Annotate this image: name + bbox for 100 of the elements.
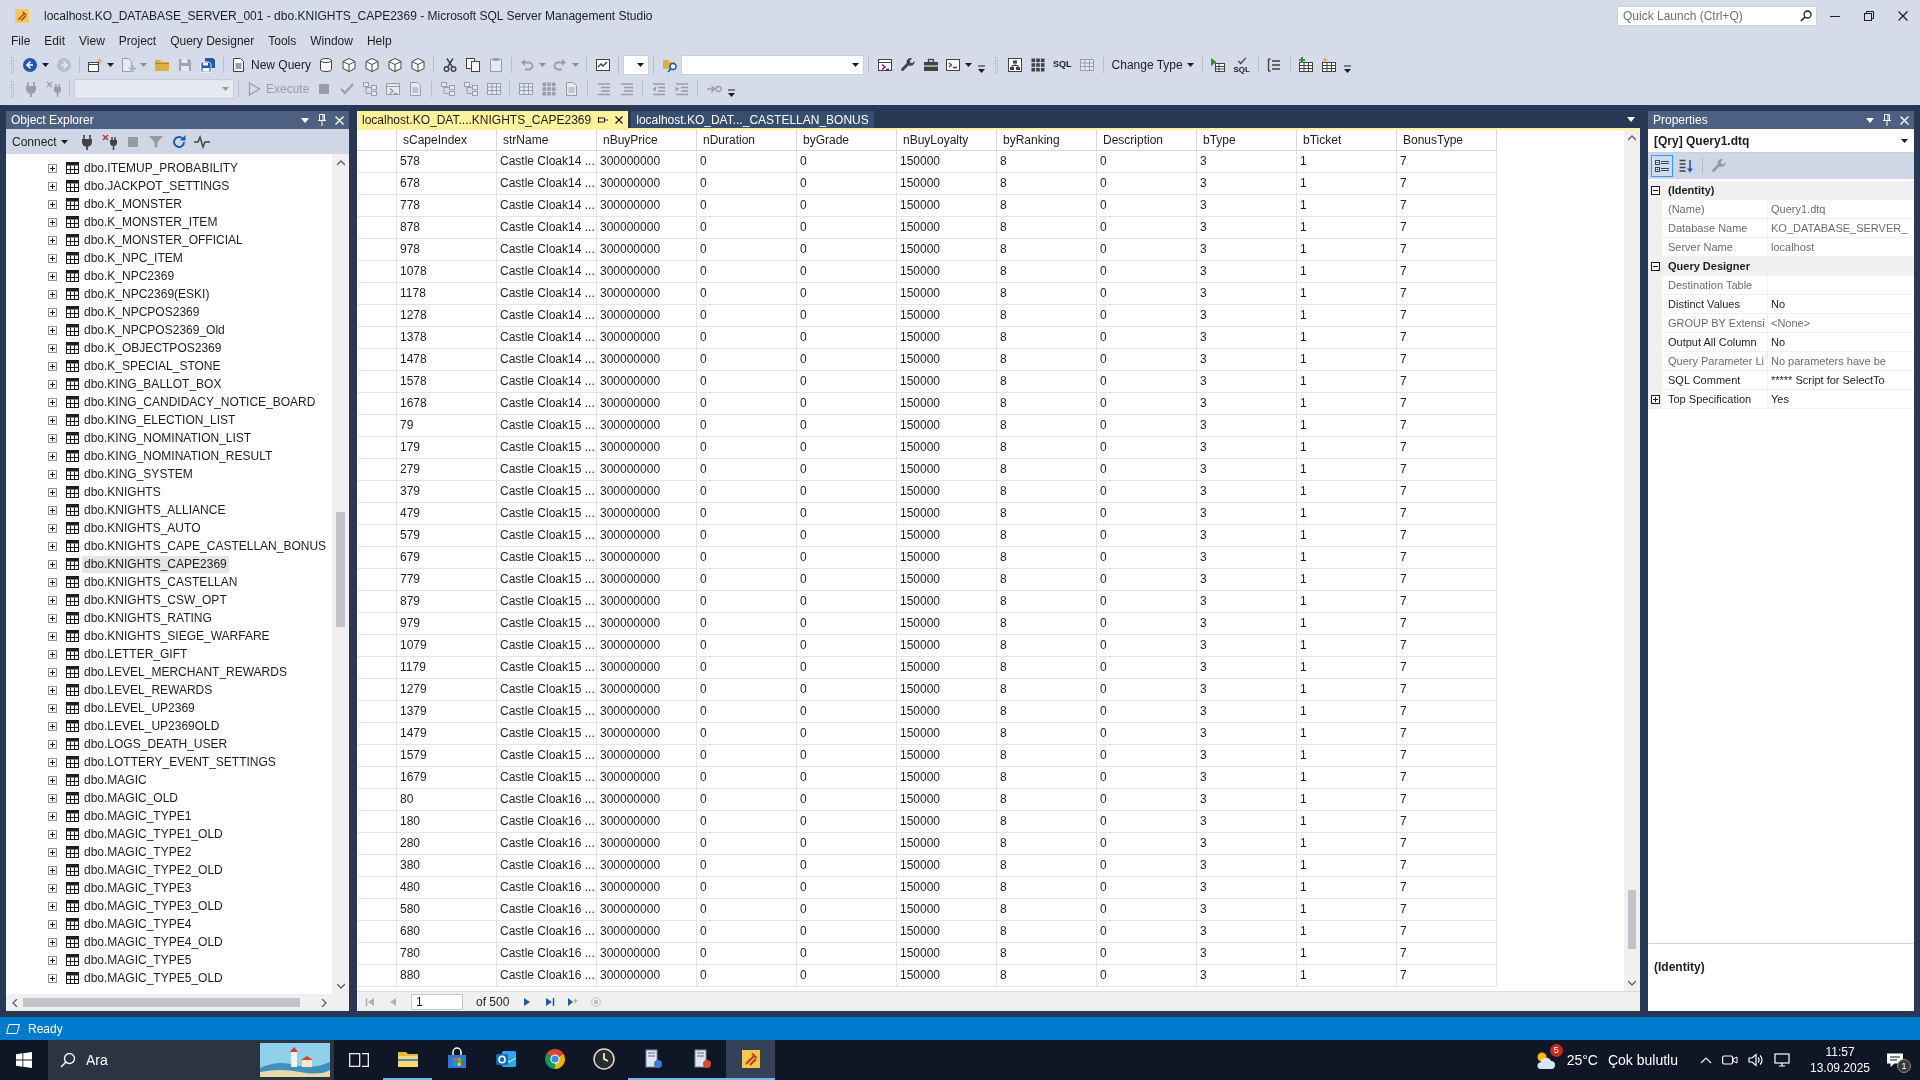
overflow-icon[interactable] [1343,65,1351,73]
menu-item[interactable]: Project [111,32,164,50]
expand-icon[interactable] [48,379,57,389]
toolbar-button[interactable]: Connect [9,131,71,152]
wrench-icon[interactable] [899,57,916,73]
expand-icon[interactable] [48,703,57,713]
caret-icon[interactable] [107,63,114,67]
tree-item[interactable]: dbo.KNIGHTS_AUTO [82,519,203,537]
scrollbar-thumb[interactable] [1628,890,1636,949]
last-record-icon[interactable] [545,996,556,1007]
expand-icon[interactable] [48,631,57,641]
menu-item[interactable]: View [72,32,112,50]
task-view-icon[interactable] [348,1051,369,1069]
tree-item[interactable]: dbo.K_NPCPOS2369 [82,303,202,321]
tree-item[interactable]: dbo.MAGIC_TYPE5_OLD [82,969,225,987]
tree-item[interactable]: dbo.LEVEL_MERCHANT_REWARDS [82,663,289,681]
tree-item[interactable]: dbo.KNIGHTS_CAPE_CASTELLAN_BONUS [82,537,329,555]
expand-icon[interactable] [48,253,57,263]
run-table-icon[interactable] [1210,57,1227,73]
expand-icon[interactable] [48,595,57,605]
expand-icon[interactable] [48,523,57,533]
tree-item[interactable]: dbo.KNIGHTS_RATING [82,609,214,627]
clock-time[interactable]: 11:57 [1825,1044,1855,1060]
expand-icon[interactable] [48,469,57,479]
tree-item[interactable]: dbo.LEVEL_UP2369OLD [82,717,222,735]
tree-item[interactable]: dbo.LEVEL_UP2369 [82,699,197,717]
expand-icon[interactable] [48,667,57,677]
tree-item[interactable]: dbo.KING_NOMINATION_RESULT [82,447,275,465]
database-icon[interactable] [317,57,334,73]
tree-item[interactable]: dbo.KNIGHTS_CASTELLAN [82,573,240,591]
tree-item[interactable]: dbo.K_SPECIAL_STONE [82,357,223,375]
cube-icon[interactable] [386,57,403,73]
menu-item[interactable]: Edit [37,32,73,50]
tree-item[interactable]: dbo.MAGIC_TYPE4 [82,915,194,933]
overflow-icon[interactable] [978,65,986,73]
column-header[interactable]: BonusType [1397,130,1497,151]
column-header[interactable]: nBuyPrice [597,130,697,151]
column-header[interactable]: nDuration [697,130,797,151]
expand-icon[interactable] [48,487,57,497]
refresh-icon[interactable] [170,133,187,150]
tree-item[interactable]: dbo.LOGS_DEATH_USER [82,735,230,753]
column-header[interactable]: bTicket [1297,130,1397,151]
dropdown-icon[interactable] [1627,117,1635,122]
expand-icon[interactable] [1650,395,1660,404]
list-icon[interactable] [1266,57,1283,73]
scroll-up-icon[interactable] [1628,135,1636,141]
overflow-icon[interactable] [728,89,736,97]
tree-item[interactable]: dbo.K_NPC_ITEM [82,249,185,267]
toolbar-button[interactable]: Change Type [1107,54,1198,76]
scroll-left-icon[interactable] [11,998,18,1007]
new-record-icon[interactable] [568,996,579,1007]
tree-item[interactable]: dbo.LOTTERY_EVENT_SETTINGS [82,753,278,771]
expand-icon[interactable] [48,739,57,749]
tree-item[interactable]: dbo.MAGIC_TYPE3 [82,879,194,897]
column-header[interactable]: bType [1197,130,1297,151]
expand-icon[interactable] [48,181,57,191]
scrollbar-thumb[interactable] [23,998,300,1007]
tree-item[interactable]: dbo.K_NPCPOS2369_Old [82,321,227,339]
expand-icon[interactable] [48,343,57,353]
tree-item[interactable]: dbo.KNIGHTS [82,483,163,501]
expand-icon[interactable] [48,163,57,173]
scroll-right-icon[interactable] [320,998,327,1007]
tree-item[interactable]: dbo.MAGIC [82,771,149,789]
pin-icon[interactable] [598,115,609,124]
expand-icon[interactable] [48,217,57,227]
expand-icon[interactable] [48,541,57,551]
expand-icon[interactable] [48,199,57,209]
expand-icon[interactable] [48,955,57,965]
expand-icon[interactable] [48,775,57,785]
column-header[interactable]: byRanking [997,130,1097,151]
save-all-icon[interactable] [199,57,216,73]
expand-icon[interactable] [48,433,57,443]
menu-item[interactable]: Window [303,32,360,50]
menu-item[interactable]: Tools [261,32,304,50]
tree-item[interactable]: dbo.LEVEL_REWARDS [82,681,215,699]
expand-icon[interactable] [48,757,57,767]
expand-icon[interactable] [48,685,57,695]
column-header[interactable]: sCapeIndex [397,130,497,151]
dropdown-icon[interactable] [1866,117,1874,123]
toolbar-button[interactable]: SQL [1049,54,1076,76]
expand-icon[interactable] [48,235,57,245]
restore-icon[interactable] [1864,10,1874,21]
expand-icon[interactable] [48,451,57,461]
windows-logo-icon[interactable] [16,1052,32,1068]
add-table-icon[interactable] [1298,57,1315,73]
expand-icon[interactable] [48,721,57,731]
expand-icon[interactable] [48,937,57,947]
tree-item[interactable]: dbo.MAGIC_OLD [82,789,181,807]
expand-icon[interactable] [48,649,57,659]
tree-item[interactable]: dbo.KNIGHTS_CSW_OPT [82,591,229,609]
plug-x-icon[interactable] [101,133,118,150]
expand-icon[interactable] [48,811,57,821]
pulse-icon[interactable] [193,133,210,150]
menu-item[interactable]: Help [359,32,399,50]
expand-icon[interactable] [48,289,57,299]
tree-item[interactable]: dbo.KING_NOMINATION_LIST [82,429,254,447]
caret-icon[interactable] [965,63,973,67]
scrollbar-thumb[interactable] [336,512,345,627]
quick-launch-field[interactable]: Quick Launch (Ctrl+Q) [1617,5,1817,26]
expand-icon[interactable] [48,973,57,983]
